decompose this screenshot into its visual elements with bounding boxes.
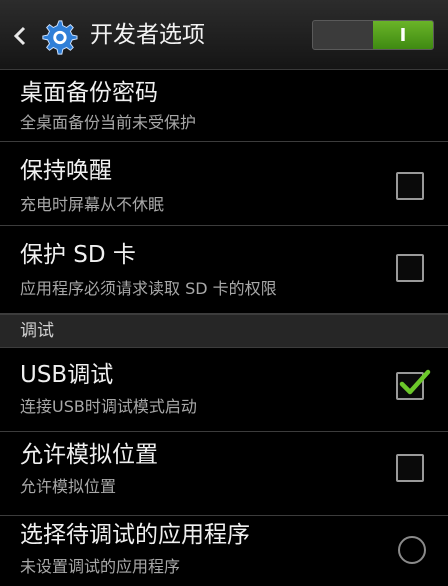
item-summary: 充电时屏幕从不休眠 (20, 195, 165, 214)
usb-debugging-checkbox[interactable] (396, 369, 431, 400)
item-summary: 全桌面备份当前未受保护 (20, 113, 197, 132)
item-title: USB调试 (20, 362, 114, 388)
developer-options-toggle[interactable]: I (312, 20, 434, 50)
checkmark-icon (399, 369, 431, 395)
item-summary: 连接USB时调试模式启动 (20, 397, 197, 416)
section-header-debugging: 调试 (0, 314, 448, 348)
toggle-knob: I (373, 21, 433, 49)
list-item-usb-debugging[interactable]: USB调试 连接USB时调试模式启动 (0, 348, 448, 432)
list-item-backup-password[interactable]: 桌面备份密码 全桌面备份当前未受保护 (0, 70, 448, 142)
stay-awake-checkbox[interactable] (396, 172, 424, 200)
developer-options-screen: 开发者选项 I 桌面备份密码 全桌面备份当前未受保护 保持唤醒 充电时屏幕从不休… (0, 0, 448, 586)
item-title: 允许模拟位置 (20, 442, 158, 468)
action-bar: 开发者选项 I (0, 0, 448, 70)
chevron-left-icon (13, 26, 26, 46)
chevron-circle-icon (398, 536, 426, 564)
item-summary: 未设置调试的应用程序 (20, 557, 181, 576)
item-title: 保护 SD 卡 (20, 242, 136, 268)
list-item-mock-location[interactable]: 允许模拟位置 允许模拟位置 (0, 432, 448, 516)
gear-icon (42, 20, 78, 55)
item-summary: 应用程序必须请求读取 SD 卡的权限 (20, 279, 277, 298)
list-item-protect-sd[interactable]: 保护 SD 卡 应用程序必须请求读取 SD 卡的权限 (0, 226, 448, 314)
list-item-select-debug-app[interactable]: 选择待调试的应用程序 未设置调试的应用程序 (0, 516, 448, 586)
back-button[interactable] (6, 16, 84, 56)
item-summary: 允许模拟位置 (20, 477, 117, 496)
protect-sd-checkbox[interactable] (396, 254, 424, 282)
page-title: 开发者选项 (90, 22, 205, 48)
list-item-stay-awake[interactable]: 保持唤醒 充电时屏幕从不休眠 (0, 142, 448, 226)
section-header-label: 调试 (20, 321, 54, 341)
mock-location-checkbox[interactable] (396, 454, 424, 482)
item-title: 保持唤醒 (20, 158, 112, 184)
item-title: 选择待调试的应用程序 (20, 522, 250, 548)
item-title: 桌面备份密码 (20, 80, 158, 106)
